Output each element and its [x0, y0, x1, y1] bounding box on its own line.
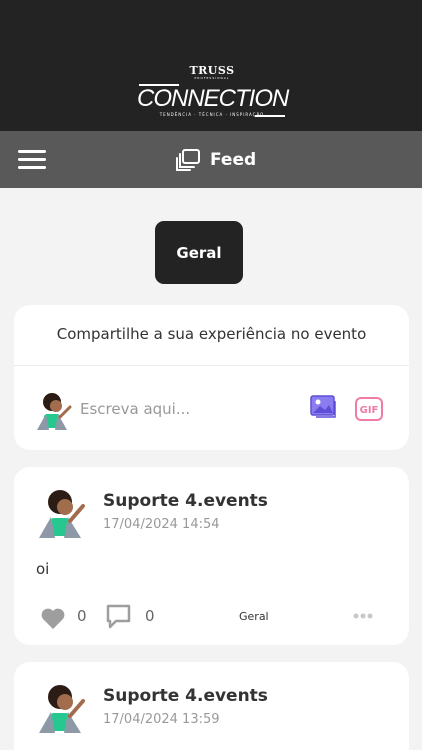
brand-header: TRUSS PROFESSIONAL CONNECTION TENDÊNCIA … — [0, 0, 422, 131]
navigation-bar: Feed — [0, 131, 422, 188]
feed-gallery-icon — [176, 149, 200, 171]
post-category: Geral — [239, 610, 269, 623]
author-avatar — [39, 490, 85, 538]
post-author: Suporte 4.events — [103, 686, 268, 706]
post-text-input[interactable] — [80, 396, 300, 422]
feed-post: Suporte 4.events 17/04/2024 14:54 oi 0 0… — [14, 467, 409, 645]
comment-count: 0 — [145, 607, 155, 625]
logo-tagline: TENDÊNCIA · TÉCNICA · INSPIRAÇÃO — [159, 112, 265, 117]
author-avatar — [39, 685, 85, 733]
post-author: Suporte 4.events — [103, 491, 268, 511]
page-title-group: Feed — [176, 147, 256, 173]
post-text: oi — [36, 560, 50, 578]
comment-icon[interactable] — [106, 604, 131, 629]
heart-icon[interactable] — [40, 606, 66, 630]
logo-title: CONNECTION — [137, 85, 289, 112]
like-count: 0 — [77, 607, 87, 625]
tab-geral[interactable]: Geral — [155, 221, 243, 284]
more-options-icon[interactable] — [352, 609, 374, 623]
truss-connection-logo: TRUSS PROFESSIONAL CONNECTION TENDÊNCIA … — [137, 64, 289, 122]
post-date: 17/04/2024 14:54 — [103, 517, 220, 532]
divider — [14, 365, 409, 366]
hamburger-menu-icon[interactable] — [18, 150, 46, 170]
image-upload-icon[interactable] — [310, 394, 338, 420]
post-date: 17/04/2024 13:59 — [103, 712, 220, 727]
feed-post: Suporte 4.events 17/04/2024 13:59 — [14, 662, 409, 750]
composer-title: Compartilhe a sua experiência no evento — [56, 325, 367, 343]
user-avatar — [37, 393, 72, 430]
page-title: Feed — [210, 150, 257, 170]
post-composer: Compartilhe a sua experiência no evento … — [14, 305, 409, 450]
post-actions: 0 0 Geral — [14, 603, 409, 631]
logo-subtitle: PROFESSIONAL — [194, 76, 230, 80]
svg-text:GIF: GIF — [360, 405, 379, 416]
gif-icon[interactable]: GIF — [355, 397, 383, 421]
